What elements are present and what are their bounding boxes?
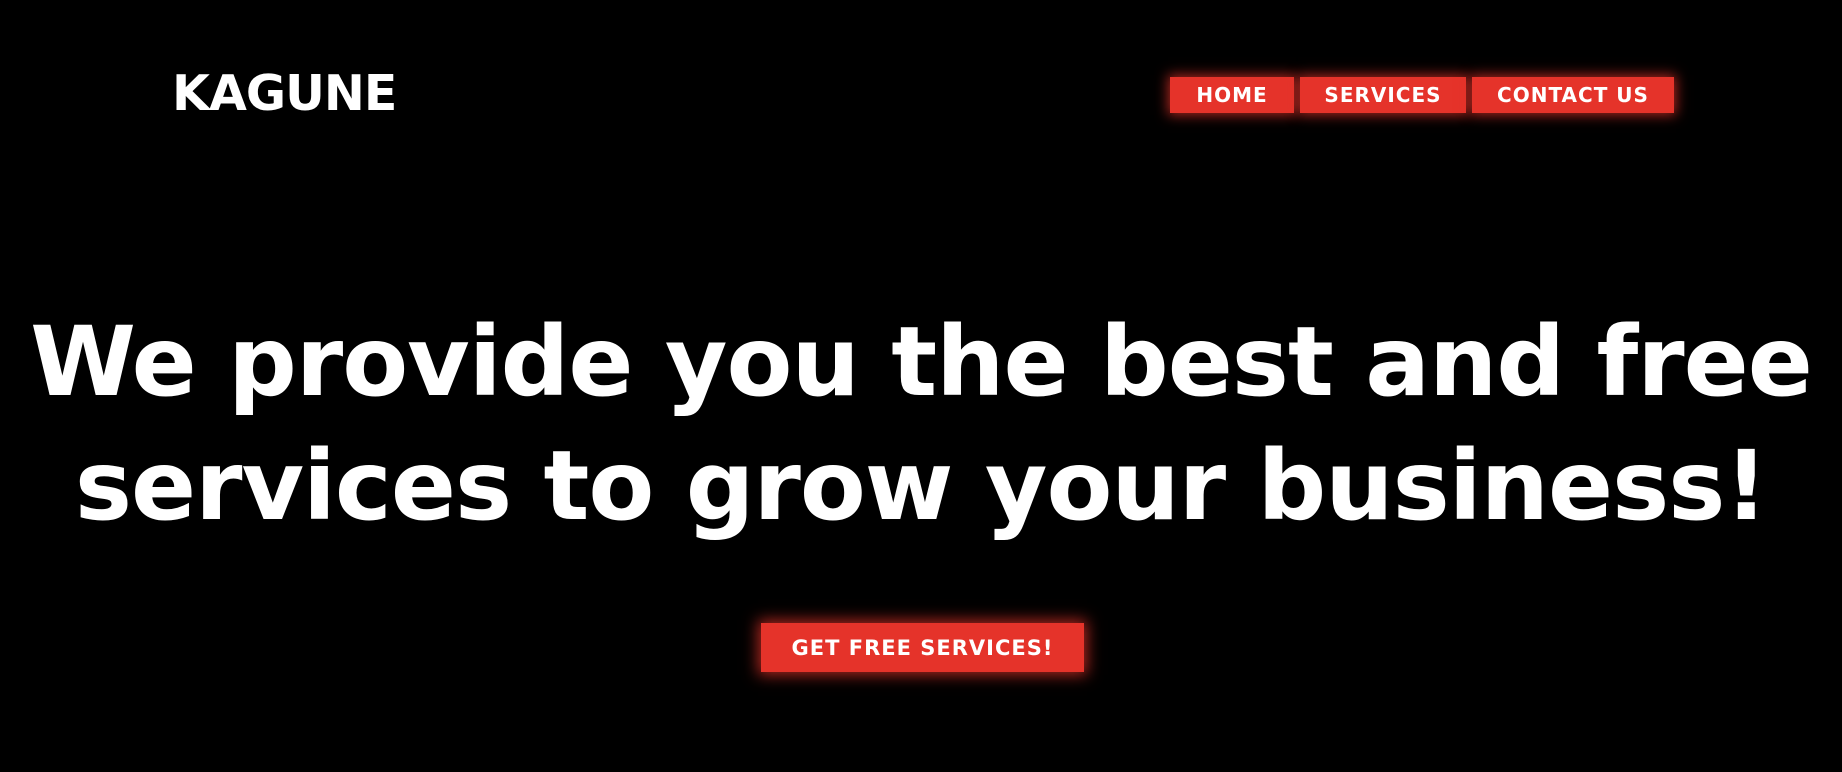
hero-heading-line-1: We provide you the best and free — [30, 306, 1813, 418]
main-nav: HOME SERVICES CONTACT US — [1170, 77, 1674, 113]
hero-heading-line-2: services to grow your business! — [74, 430, 1768, 542]
nav-contact-us-button[interactable]: CONTACT US — [1472, 77, 1674, 113]
nav-home-button[interactable]: HOME — [1170, 77, 1294, 113]
get-free-services-button[interactable]: GET FREE SERVICES! — [761, 623, 1084, 672]
hero-heading: We provide you the best and free service… — [0, 300, 1842, 548]
nav-services-button[interactable]: SERVICES — [1300, 77, 1466, 113]
brand-logo[interactable]: KAGUNE — [172, 64, 397, 124]
